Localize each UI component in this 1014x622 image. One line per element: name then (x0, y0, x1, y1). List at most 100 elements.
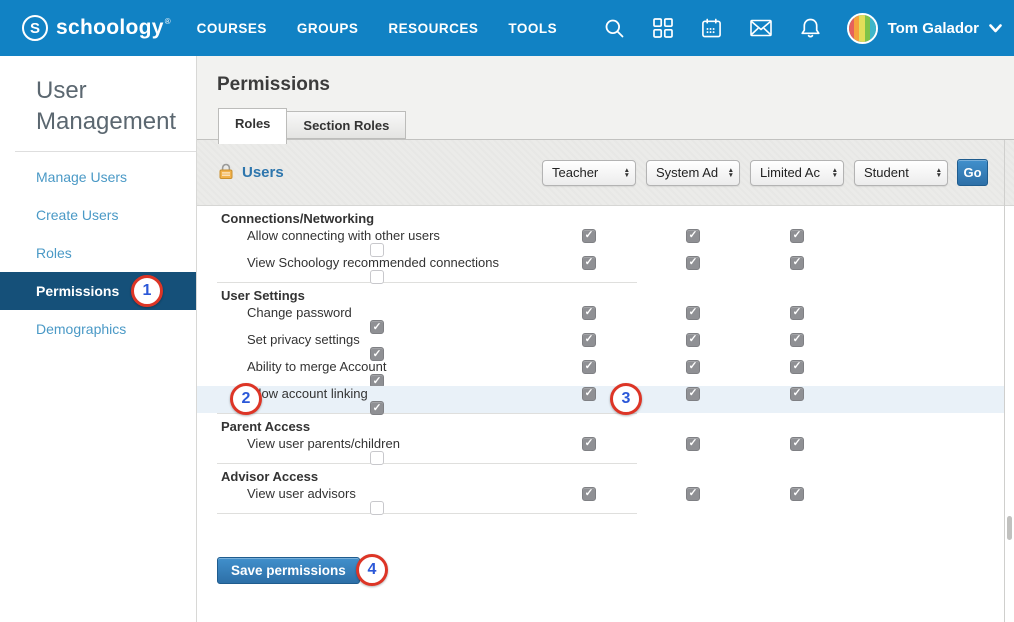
sidebar-item-manage-users[interactable]: Manage Users (0, 158, 196, 196)
go-button[interactable]: Go (957, 159, 988, 186)
schoology-logo[interactable]: S schoology ® (22, 15, 171, 41)
nav-courses[interactable]: COURSES (197, 15, 267, 42)
permission-label: Set privacy settings (217, 332, 537, 347)
checkbox-system-ad-view-user-advisors[interactable] (686, 487, 700, 501)
checkbox-cell (745, 387, 849, 401)
username: Tom Galador (888, 20, 979, 37)
permission-label: Ability to merge Account (217, 359, 537, 374)
checkbox-limited-ac-ability-to-merge-account[interactable] (790, 360, 804, 374)
checkbox-cell (537, 229, 641, 243)
role-select-column: Student▲▼ (849, 160, 953, 186)
checkbox-student-view-user-parents-children[interactable] (370, 451, 384, 465)
sidebar-item-permissions[interactable]: Permissions1 (0, 272, 196, 310)
role-select-system-ad[interactable]: System Ad▲▼ (646, 160, 740, 186)
users-section-label: Users (242, 164, 284, 181)
checkbox-cell (217, 451, 537, 465)
nav-resources[interactable]: RESOURCES (388, 15, 478, 42)
role-select-value: Limited Ac (760, 165, 820, 180)
checkbox-teacher-ability-to-merge-account[interactable] (582, 360, 596, 374)
checkbox-limited-ac-change-password[interactable] (790, 306, 804, 320)
role-select-teacher[interactable]: Teacher▲▼ (542, 160, 636, 186)
tab-section-roles[interactable]: Section Roles (286, 111, 406, 139)
checkbox-teacher-allow-connecting-with-other-users[interactable] (582, 229, 596, 243)
messages-icon[interactable] (750, 19, 772, 37)
checkbox-cell (537, 306, 641, 320)
sidebar-nav: Manage Users Create Users Roles Permissions… (0, 158, 196, 348)
checkbox-system-ad-view-schoology-recommended-connections[interactable] (686, 256, 700, 270)
permission-row-set-privacy-settings: Set privacy settings (197, 332, 1004, 359)
checkbox-cell (745, 360, 849, 374)
sidebar-divider (15, 151, 196, 152)
sidebar-item-label: Roles (36, 245, 72, 261)
checkbox-cell (537, 360, 641, 374)
checkbox-teacher-view-user-parents-children[interactable] (582, 437, 596, 451)
search-icon[interactable] (604, 18, 625, 39)
checkbox-system-ad-change-password[interactable] (686, 306, 700, 320)
checkbox-cell (641, 487, 745, 501)
topbar-nav: COURSES GROUPS RESOURCES TOOLS (197, 15, 558, 42)
role-select-column: Teacher▲▼ (537, 160, 641, 186)
checkbox-teacher-view-user-advisors[interactable] (582, 487, 596, 501)
checkbox-student-view-schoology-recommended-connections[interactable] (370, 270, 384, 284)
scrollbar-thumb[interactable] (1007, 516, 1012, 540)
checkbox-limited-ac-allow-connecting-with-other-users[interactable] (790, 229, 804, 243)
checkbox-system-ad-allow-account-linking[interactable] (686, 387, 700, 401)
role-select-student[interactable]: Student▲▼ (854, 160, 948, 186)
sidebar-item-create-users[interactable]: Create Users (0, 196, 196, 234)
page-title: Permissions (217, 74, 330, 96)
checkbox-cell (641, 229, 745, 243)
account-menu[interactable]: Tom Galador (847, 13, 1002, 44)
checkbox-system-ad-view-user-parents-children[interactable] (686, 437, 700, 451)
sidebar-item-roles[interactable]: Roles (0, 234, 196, 272)
role-select-column: Limited Ac▲▼ (745, 160, 849, 186)
checkbox-limited-ac-set-privacy-settings[interactable] (790, 333, 804, 347)
save-area: Save permissions 4 (217, 557, 360, 584)
checkbox-cell (641, 360, 745, 374)
select-stepper-icon: ▲▼ (728, 168, 734, 178)
sidebar-item-label: Manage Users (36, 169, 127, 185)
checkbox-teacher-allow-account-linking[interactable] (582, 387, 596, 401)
checkbox-limited-ac-view-user-parents-children[interactable] (790, 437, 804, 451)
calendar-icon[interactable] (701, 18, 722, 39)
checkbox-limited-ac-allow-account-linking[interactable] (790, 387, 804, 401)
checkbox-system-ad-set-privacy-settings[interactable] (686, 333, 700, 347)
user-management-sidebar: User Management Manage UsersCreate Users… (0, 56, 197, 622)
checkbox-limited-ac-view-user-advisors[interactable] (790, 487, 804, 501)
checkbox-teacher-view-schoology-recommended-connections[interactable] (582, 256, 596, 270)
save-permissions-button[interactable]: Save permissions (217, 557, 360, 584)
apps-grid-icon[interactable] (653, 18, 673, 38)
checkbox-limited-ac-view-schoology-recommended-connections[interactable] (790, 256, 804, 270)
checkbox-teacher-set-privacy-settings[interactable] (582, 333, 596, 347)
notifications-icon[interactable] (800, 17, 821, 39)
checkbox-teacher-change-password[interactable] (582, 306, 596, 320)
registered-trademark: ® (165, 17, 171, 26)
group-header-user-settings: User Settings (197, 283, 1004, 305)
checkbox-student-allow-account-linking[interactable] (370, 401, 384, 415)
checkbox-cell (537, 487, 641, 501)
nav-tools[interactable]: TOOLS (508, 15, 557, 42)
permissions-panel: Permissions RolesSection Roles Users Tea… (197, 56, 1014, 622)
permission-row-view-user-advisors: View user advisors (197, 486, 1004, 513)
annotation-badge-4: 4 (356, 554, 388, 586)
roles-filter-bar: Users Teacher▲▼System Ad▲▼Limited Ac▲▼St… (197, 140, 1014, 206)
nav-groups[interactable]: GROUPS (297, 15, 359, 42)
checkbox-system-ad-allow-connecting-with-other-users[interactable] (686, 229, 700, 243)
checkbox-cell (217, 401, 537, 415)
sidebar-item-demographics[interactable]: Demographics (0, 310, 196, 348)
permission-row-view-schoology-recommended-connections: View Schoology recommended connections (197, 255, 1004, 282)
topbar-icons (604, 17, 821, 39)
users-section-link[interactable]: Users (217, 162, 537, 184)
panel-right-border (1004, 140, 1005, 622)
checkbox-cell (745, 487, 849, 501)
checkbox-student-view-user-advisors[interactable] (370, 501, 384, 515)
checkbox-system-ad-ability-to-merge-account[interactable] (686, 360, 700, 374)
role-select-limited-ac[interactable]: Limited Ac▲▼ (750, 160, 844, 186)
tab-roles[interactable]: Roles (218, 108, 287, 144)
top-navigation-bar: S schoology ® COURSES GROUPS RESOURCES TOOL… (0, 0, 1014, 56)
group-header-connections-networking: Connections/Networking (197, 206, 1004, 228)
select-stepper-icon: ▲▼ (624, 168, 630, 178)
group-header-parent-access: Parent Access (197, 414, 1004, 436)
annotation-badge-3: 3 (610, 383, 642, 415)
checkbox-cell (641, 333, 745, 347)
checkbox-cell (745, 333, 849, 347)
